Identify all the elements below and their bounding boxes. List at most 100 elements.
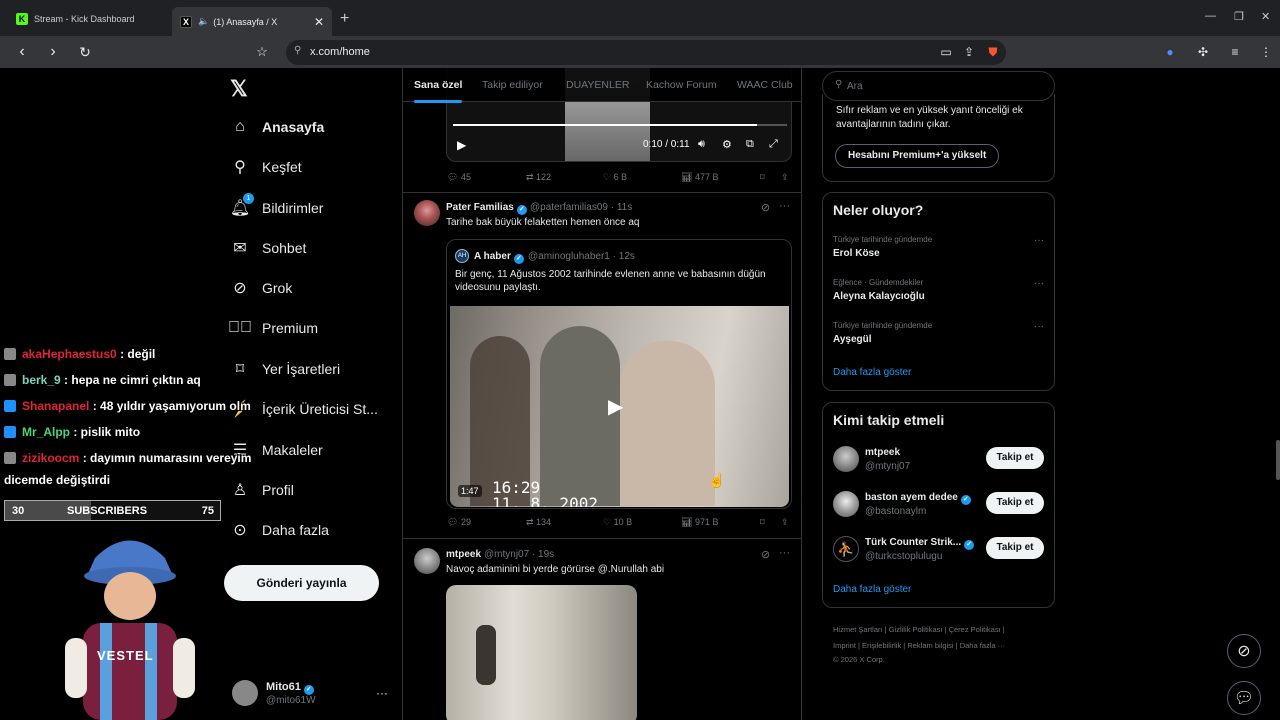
volume-icon[interactable]: 🔊︎	[698, 138, 705, 151]
repost-button[interactable]: ⇄ 134	[526, 517, 551, 528]
url-text: x.com/home	[310, 46, 370, 58]
x-logo-icon[interactable]: 𝕏	[230, 76, 248, 102]
tab-kachow-forum[interactable]: Kachow Forum	[646, 79, 717, 91]
window-close-icon[interactable]: ✕	[1261, 10, 1270, 23]
chat-message: Shanapanel : 48 yıldır yaşamıyorum olm	[4, 399, 251, 413]
avatar[interactable]	[833, 491, 859, 517]
nav-item-grok[interactable]: ⊘ Grok	[230, 273, 292, 303]
premium-icon: ✓⃝	[228, 319, 252, 336]
tab-x-home[interactable]: X 🔈 (1) Anasayfa / X ✕	[172, 7, 332, 36]
bookmark-star-icon[interactable]: ☆	[252, 42, 272, 62]
nav-item-more[interactable]: ⊙ Daha fazla	[230, 515, 329, 545]
nav-item-home[interactable]: ⌂ Anasayfa	[230, 112, 324, 142]
tweet-image[interactable]	[446, 585, 637, 720]
extension-icon[interactable]: ●	[1162, 44, 1178, 60]
more-dots-icon[interactable]: ···	[1034, 321, 1044, 332]
share-icon[interactable]: ⇪	[781, 517, 789, 528]
grok-icon[interactable]: ⊘	[761, 548, 770, 561]
trend-item[interactable]: Erol Köse	[833, 248, 880, 259]
follow-button[interactable]: Takip et	[986, 537, 1044, 559]
nav-item-notifications[interactable]: 🔔︎ 1 Bildirimler	[230, 193, 323, 223]
site-settings-icon[interactable]: ⚲	[294, 45, 301, 56]
account-switcher[interactable]: Mito61 ✓ @mito61W ···	[232, 680, 392, 710]
chat-message: berk_9 : hepa ne cimri çıktın aq	[4, 373, 201, 387]
views-button[interactable]: 📊︎ 971 B	[681, 517, 718, 528]
tweet-author[interactable]: mtpeek	[446, 549, 481, 560]
divider	[403, 192, 801, 193]
more-dots-icon[interactable]: ···	[779, 547, 790, 559]
video-progress-track[interactable]	[453, 124, 787, 126]
footer-line[interactable]: Hizmet Şartları | Gizlilik Politikası | …	[833, 622, 1048, 638]
more-dots-icon[interactable]: ···	[1034, 278, 1044, 289]
play-icon[interactable]: ▶	[608, 394, 623, 419]
nav-item-explore[interactable]: ⚲ Keşfet	[230, 152, 302, 182]
bookmark-icon[interactable]: ⌑	[760, 517, 765, 528]
avatar[interactable]: ⛹	[833, 536, 859, 562]
settings-gear-icon[interactable]: ⚙	[722, 138, 732, 151]
tab-waac-club[interactable]: WAAC Club	[737, 79, 793, 91]
grok-fab-button[interactable]: ⊘	[1227, 634, 1261, 668]
nav-item-bookmarks[interactable]: ⌑ Yer İşaretleri	[230, 354, 340, 384]
puzzle-extensions-icon[interactable]: ✣	[1195, 44, 1211, 60]
avatar[interactable]	[414, 200, 440, 226]
play-icon[interactable]: ▶	[457, 138, 466, 152]
repost-button[interactable]: ⇄ 122	[526, 172, 551, 183]
close-tab-icon[interactable]: ✕	[314, 15, 324, 29]
nav-item-chat[interactable]: ✉ Sohbet	[230, 233, 306, 263]
footer-line[interactable]: Imprint | Erişilebilirlik | Reklam bilgi…	[833, 638, 1048, 654]
follow-button[interactable]: Takip et	[986, 447, 1044, 469]
more-dots-icon[interactable]: ···	[779, 200, 790, 212]
bookmark-icon[interactable]: ⌑	[760, 172, 765, 183]
tab-for-you[interactable]: Sana özel	[414, 79, 463, 103]
views-button[interactable]: 📊︎ 477 B	[681, 172, 718, 183]
trend-item[interactable]: Aleyna Kalaycıoğlu	[833, 291, 925, 302]
playlist-icon[interactable]: ≡	[1227, 44, 1243, 60]
more-dots-icon[interactable]: ···	[376, 686, 388, 700]
avatar[interactable]	[833, 446, 859, 472]
minimize-icon[interactable]: —	[1205, 10, 1216, 22]
nav-item-profile[interactable]: ♙ Profil	[230, 475, 294, 505]
tab-following[interactable]: Takip ediliyor	[482, 79, 543, 91]
nav-item-creator-studio[interactable]: ⚡ İçerik Üreticisi St...	[230, 394, 378, 424]
follow-button[interactable]: Takip et	[986, 492, 1044, 514]
tab-kick-dashboard[interactable]: K Stream - Kick Dashboard	[8, 7, 172, 31]
pip-icon[interactable]: ⧉	[746, 138, 754, 151]
reload-icon[interactable]: ↻	[75, 42, 95, 62]
nav-label: Keşfet	[262, 159, 302, 175]
fullscreen-icon[interactable]: ⤢	[769, 138, 778, 151]
reply-button[interactable]: 💬︎ 29	[447, 517, 471, 528]
follow-name[interactable]: Türk Counter Strik... ✓	[865, 537, 975, 550]
user-badge-icon	[4, 426, 16, 438]
new-tab-button[interactable]: +	[340, 10, 349, 28]
more-dots-icon[interactable]: ···	[1034, 235, 1044, 246]
address-bar[interactable]: ⚲ x.com/home	[286, 40, 1006, 65]
like-button[interactable]: ♡ 10 B	[603, 517, 632, 528]
avatar[interactable]	[414, 548, 440, 574]
cast-icon[interactable]: ▭	[938, 44, 954, 60]
share-icon[interactable]: ⇪	[961, 44, 977, 60]
back-arrow-icon[interactable]: ‹	[12, 42, 32, 62]
tab-duayenler[interactable]: DUAYENLER	[566, 79, 629, 91]
follow-name[interactable]: mtpeek	[865, 447, 900, 458]
premium-upgrade-button[interactable]: Hesabını Premium+'a yükselt	[835, 144, 1000, 168]
quote-tweet[interactable]: AH A haber ✓ @aminogluhaber1 · 12s Bir ge…	[446, 239, 792, 509]
post-button[interactable]: Gönderi yayınla	[224, 565, 379, 601]
share-icon[interactable]: ⇪	[781, 172, 789, 183]
quote-video[interactable]: ▶ 1:47 16:29 11. 8. 2002 ☝	[450, 306, 789, 507]
grok-icon[interactable]: ⊘	[761, 201, 770, 214]
like-button[interactable]: ♡ 6 B	[603, 172, 627, 183]
messages-fab-button[interactable]: 💬︎	[1227, 681, 1261, 715]
reply-button[interactable]: 💬︎ 45	[447, 172, 471, 183]
follow-name[interactable]: baston ayem dedee ✓	[865, 492, 971, 505]
tweet-author[interactable]: Pater Familias ✓	[446, 202, 527, 215]
trend-item[interactable]: Ayşegül	[833, 334, 872, 345]
forward-arrow-icon[interactable]: ›	[43, 42, 63, 62]
browser-menu-icon[interactable]: ⋮	[1258, 44, 1274, 60]
quote-meta: @aminogluhaber1 · 12s	[528, 251, 635, 262]
brave-shield-icon[interactable]: ⛊	[985, 44, 1001, 60]
show-more-link[interactable]: Daha fazla göster	[833, 584, 911, 595]
restore-icon[interactable]: ❐	[1234, 10, 1244, 23]
show-more-link[interactable]: Daha fazla göster	[833, 367, 911, 378]
nav-item-premium[interactable]: ✓⃝ Premium	[228, 313, 318, 343]
scrollbar[interactable]	[1276, 440, 1280, 480]
